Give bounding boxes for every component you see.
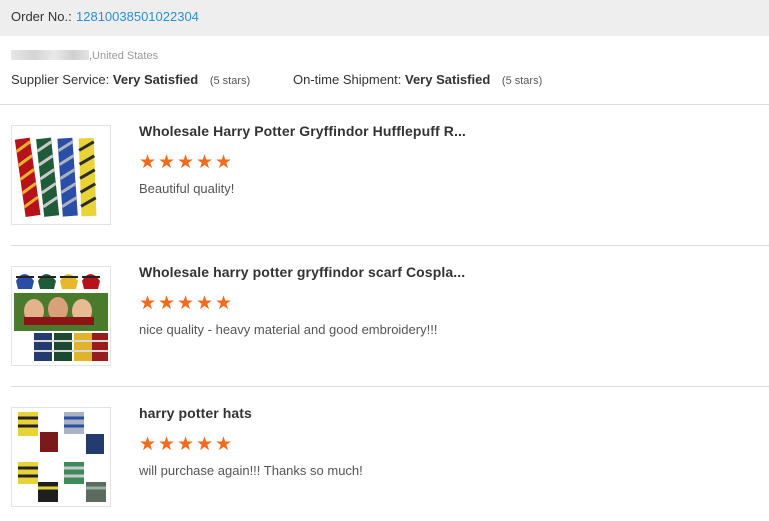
- star-icon: ★: [139, 293, 157, 314]
- star-icon: ★: [215, 434, 233, 455]
- supplier-service-stars: (5 stars): [209, 75, 251, 87]
- product-rating-stars-1: ★ ★ ★ ★ ★: [139, 152, 234, 173]
- star-icon: ★: [177, 152, 195, 173]
- buyer-name-redacted: [11, 50, 89, 61]
- star-icon: ★: [196, 434, 214, 455]
- order-header: Order No.: 12810038501022304: [0, 0, 769, 36]
- shipment-rating: On-time Shipment: Very Satisfied (5 star…: [293, 71, 542, 90]
- supplier-service-rating: Supplier Service: Very Satisfied (5 star…: [11, 71, 250, 90]
- star-icon: ★: [215, 152, 233, 173]
- star-icon: ★: [196, 152, 214, 173]
- product-rating-stars-2: ★ ★ ★ ★ ★: [139, 293, 234, 314]
- star-icon: ★: [215, 293, 233, 314]
- product-comment-1: Beautiful quality!: [139, 181, 235, 196]
- shipment-stars: (5 stars): [501, 75, 543, 87]
- product-image-scarves[interactable]: [11, 266, 111, 366]
- product-image-hats[interactable]: [11, 407, 111, 507]
- supplier-service-value: Very Satisfied: [112, 72, 199, 87]
- product-title-3[interactable]: harry potter hats: [139, 405, 252, 421]
- star-icon: ★: [177, 434, 195, 455]
- star-icon: ★: [196, 293, 214, 314]
- star-icon: ★: [158, 434, 176, 455]
- shipment-value: Very Satisfied: [405, 72, 491, 87]
- item-divider: [11, 245, 769, 246]
- product-comment-3: will purchase again!!! Thanks so much!: [139, 463, 363, 478]
- buyer-location: ,United States: [89, 50, 159, 62]
- product-title-1[interactable]: Wholesale Harry Potter Gryffindor Huffle…: [139, 123, 466, 139]
- product-image-neckties[interactable]: [11, 125, 111, 225]
- supplier-service-label: Supplier Service:: [11, 72, 110, 87]
- header-divider: [0, 104, 769, 105]
- buyer-info: ,United States: [11, 48, 158, 64]
- product-rating-stars-3: ★ ★ ★ ★ ★: [139, 434, 234, 455]
- star-icon: ★: [139, 152, 157, 173]
- star-icon: ★: [139, 434, 157, 455]
- product-comment-2: nice quality - heavy material and good e…: [139, 322, 438, 337]
- order-number-link[interactable]: 12810038501022304: [76, 0, 199, 34]
- item-divider: [11, 386, 769, 387]
- product-title-2[interactable]: Wholesale harry potter gryffindor scarf …: [139, 264, 465, 280]
- star-icon: ★: [158, 152, 176, 173]
- star-icon: ★: [158, 293, 176, 314]
- shipment-label: On-time Shipment:: [293, 72, 402, 87]
- star-icon: ★: [177, 293, 195, 314]
- order-number-label: Order No.:: [11, 9, 72, 24]
